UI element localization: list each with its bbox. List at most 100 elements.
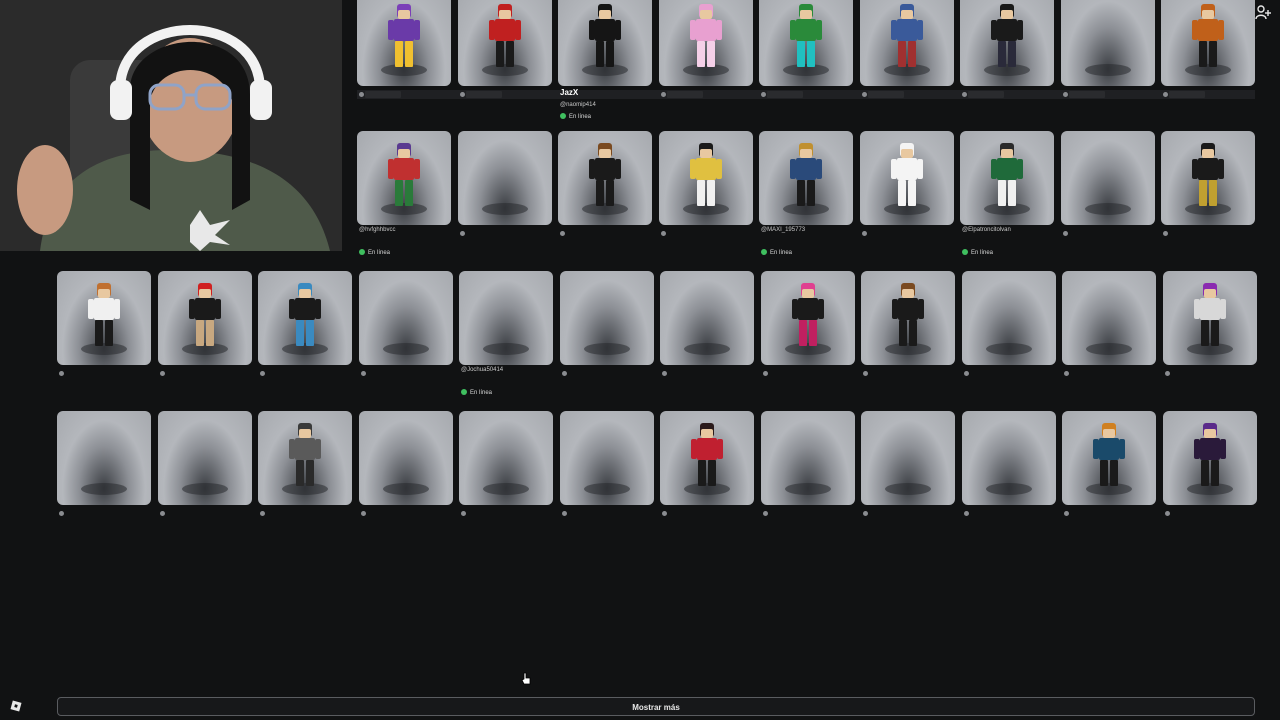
avatar-figure (1193, 277, 1227, 357)
friend-avatar-thumbnail[interactable] (1163, 271, 1257, 365)
friend-avatar-thumbnail[interactable] (1161, 131, 1255, 225)
friend-username[interactable]: @MAXI_195773 (761, 227, 805, 233)
friend-meta (1161, 86, 1255, 106)
friend-card[interactable] (759, 0, 853, 106)
friend-avatar-thumbnail[interactable] (861, 271, 955, 365)
friend-avatar-thumbnail[interactable] (357, 0, 451, 86)
friend-avatar-thumbnail[interactable] (459, 411, 553, 505)
friend-avatar-thumbnail[interactable] (962, 411, 1056, 505)
avatar-floor-shadow (1086, 343, 1132, 355)
friend-avatar-thumbnail[interactable] (359, 271, 453, 365)
friend-card[interactable] (761, 271, 855, 385)
friend-avatar-thumbnail[interactable] (558, 131, 652, 225)
friend-avatar-thumbnail[interactable] (962, 271, 1056, 365)
friend-avatar-thumbnail[interactable] (258, 271, 352, 365)
friend-card[interactable]: @hvfghhbvcc En línea (357, 131, 451, 256)
friend-avatar-thumbnail[interactable] (458, 0, 552, 86)
friend-card[interactable] (1163, 271, 1257, 385)
friend-avatar-thumbnail[interactable] (57, 411, 151, 505)
friend-avatar-thumbnail[interactable] (860, 0, 954, 86)
friend-card[interactable] (57, 411, 151, 525)
friend-avatar-thumbnail[interactable] (660, 411, 754, 505)
friend-username[interactable]: @Jochua50414 (461, 367, 503, 373)
friend-card[interactable] (1062, 411, 1156, 525)
friend-card[interactable]: @Elpatroncitolvan En línea (960, 131, 1054, 256)
friend-avatar-thumbnail[interactable] (1062, 271, 1156, 365)
online-status: En línea (560, 113, 591, 120)
friend-card[interactable] (659, 131, 753, 245)
friend-card[interactable]: @Jochua50414 En línea (459, 271, 553, 396)
friend-card[interactable] (1163, 411, 1257, 525)
friend-card[interactable]: @MAXI_195773 En línea (759, 131, 853, 256)
friend-card[interactable] (258, 271, 352, 385)
friend-card[interactable] (560, 411, 654, 525)
friend-card[interactable] (960, 0, 1054, 106)
friend-card[interactable] (458, 0, 552, 106)
friend-avatar-thumbnail[interactable] (761, 411, 855, 505)
friend-avatar-thumbnail[interactable] (458, 131, 552, 225)
friend-avatar-thumbnail[interactable] (357, 131, 451, 225)
friend-card[interactable] (861, 411, 955, 525)
friend-avatar-thumbnail[interactable] (558, 0, 652, 86)
friend-card[interactable] (57, 271, 151, 385)
friend-avatar-thumbnail[interactable] (659, 131, 753, 225)
friend-card[interactable] (1161, 0, 1255, 106)
friend-avatar-thumbnail[interactable] (1062, 411, 1156, 505)
friend-card[interactable] (459, 411, 553, 525)
friend-card[interactable] (860, 0, 954, 106)
friend-card[interactable] (860, 131, 954, 245)
friend-card[interactable] (660, 411, 754, 525)
friend-avatar-thumbnail[interactable] (759, 0, 853, 86)
friend-username[interactable]: @naomip414 (560, 102, 596, 108)
friend-avatar-thumbnail[interactable] (960, 131, 1054, 225)
friend-card[interactable] (1161, 131, 1255, 245)
friend-avatar-thumbnail[interactable] (57, 271, 151, 365)
friend-avatar-thumbnail[interactable] (258, 411, 352, 505)
friend-avatar-thumbnail[interactable] (660, 271, 754, 365)
friend-avatar-thumbnail[interactable] (1161, 0, 1255, 86)
friend-card[interactable] (962, 271, 1056, 385)
friend-avatar-thumbnail[interactable] (759, 131, 853, 225)
friend-card[interactable] (1061, 131, 1155, 245)
friend-card[interactable] (660, 271, 754, 385)
friend-meta (57, 365, 151, 385)
friend-card[interactable] (359, 411, 453, 525)
friend-avatar-thumbnail[interactable] (459, 271, 553, 365)
friend-card[interactable]: JazX @naomip414 En línea (558, 0, 652, 120)
friend-avatar-thumbnail[interactable] (560, 411, 654, 505)
friend-avatar-thumbnail[interactable] (1061, 131, 1155, 225)
friend-card[interactable] (1061, 0, 1155, 106)
friend-card[interactable] (158, 411, 252, 525)
friend-card[interactable] (861, 271, 955, 385)
friend-card[interactable] (458, 131, 552, 245)
friend-avatar-thumbnail[interactable] (659, 0, 753, 86)
show-more-button[interactable]: Mostrar más (57, 697, 1255, 716)
presence-dot (160, 511, 165, 516)
friend-avatar-thumbnail[interactable] (560, 271, 654, 365)
friend-card[interactable] (158, 271, 252, 385)
roblox-logo-icon[interactable] (10, 700, 22, 712)
friend-display-name[interactable]: JazX (560, 88, 578, 97)
friend-avatar-thumbnail[interactable] (158, 411, 252, 505)
friend-username[interactable]: @hvfghhbvcc (359, 227, 395, 233)
friend-avatar-thumbnail[interactable] (1061, 0, 1155, 86)
friend-card[interactable] (258, 411, 352, 525)
friend-avatar-thumbnail[interactable] (861, 411, 955, 505)
friend-username[interactable]: @Elpatroncitolvan (962, 227, 1011, 233)
friend-card[interactable] (1062, 271, 1156, 385)
friend-card[interactable] (761, 411, 855, 525)
friend-avatar-thumbnail[interactable] (158, 271, 252, 365)
friend-card[interactable] (560, 271, 654, 385)
online-status: En línea (359, 249, 390, 256)
friend-avatar-thumbnail[interactable] (1163, 411, 1257, 505)
online-status-label: En línea (470, 390, 493, 396)
friend-card[interactable] (359, 271, 453, 385)
friend-card[interactable] (357, 0, 451, 106)
friend-avatar-thumbnail[interactable] (960, 0, 1054, 86)
friend-card[interactable] (659, 0, 753, 106)
friend-card[interactable] (558, 131, 652, 245)
friend-avatar-thumbnail[interactable] (761, 271, 855, 365)
friend-card[interactable] (962, 411, 1056, 525)
friend-avatar-thumbnail[interactable] (359, 411, 453, 505)
friend-avatar-thumbnail[interactable] (860, 131, 954, 225)
